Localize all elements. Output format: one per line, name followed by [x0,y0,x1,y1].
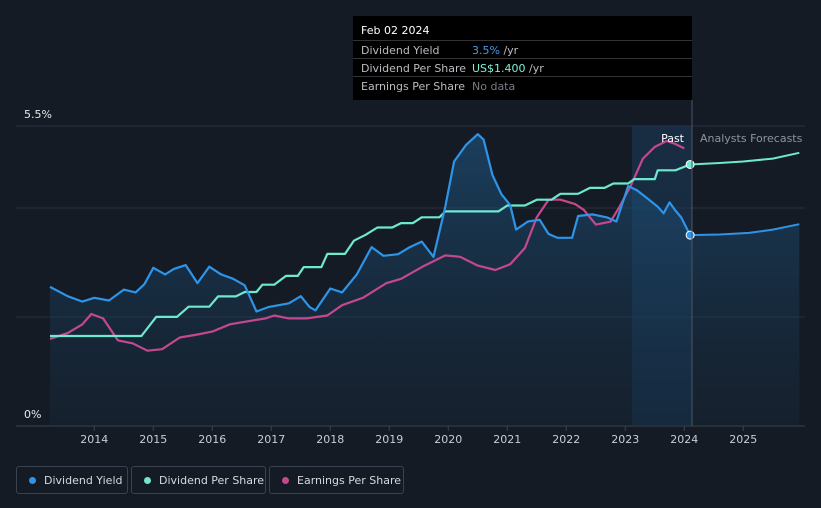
forecast-label: Analysts Forecasts [700,132,803,145]
x-tick-label: 2023 [611,433,639,446]
legend-dot-icon [29,476,36,484]
past-label: Past [661,132,685,145]
tooltip-unit: /yr [525,62,544,75]
y-tick-label-top: 5.5% [24,108,52,121]
tooltip-row-dividend-yield: Dividend Yield 3.5% /yr [353,40,692,59]
x-axis: 2014 2015 2016 2017 2018 2019 2020 2021 2022 2023… [80,426,757,446]
x-tick-label: 2024 [670,433,698,446]
x-tick-label: 2015 [139,433,167,446]
legend-dividend-per-share[interactable]: Dividend Per Share [131,466,266,494]
x-tick-label: 2022 [552,433,580,446]
tooltip-value: 3.5% [472,44,500,57]
y-tick-label-bottom: 0% [24,408,41,421]
dividend-yield-marker [685,230,695,240]
data-tooltip: Feb 02 2024 Dividend Yield 3.5% /yr Divi… [353,16,692,100]
tooltip-unit: /yr [499,44,519,57]
dividend-per-share-marker [685,159,695,169]
legend-label: Earnings Per Share [297,473,402,487]
x-tick-label: 2018 [316,433,344,446]
x-tick-label: 2019 [375,433,403,446]
x-tick-label: 2016 [198,433,226,446]
x-tick-label: 2021 [493,433,521,446]
tooltip-row-dividend-per-share: Dividend Per Share US$1.400 /yr [353,58,692,77]
tooltip-date: Feb 02 2024 [361,24,430,37]
tooltip-row-earnings-per-share: Earnings Per Share No data [353,76,692,95]
legend-label: Dividend Yield [44,473,123,487]
x-tick-label: 2014 [80,433,108,446]
dividend-per-share-forecast-line [690,151,800,166]
tooltip-label: Earnings Per Share [361,80,466,93]
legend-dot-icon [144,476,151,484]
legend-dot-icon [282,476,289,484]
x-tick-label: 2020 [434,433,462,446]
legend-earnings-per-share[interactable]: Earnings Per Share [269,466,404,494]
legend-label: Dividend Per Share [159,473,265,487]
x-tick-label: 2025 [729,433,757,446]
tooltip-label: Dividend Yield [361,44,440,57]
x-tick-label: 2017 [257,433,285,446]
tooltip-label: Dividend Per Share [361,62,467,75]
tooltip-value: No data [472,80,516,93]
tooltip-value: US$1.400 [472,62,526,75]
legend-dividend-yield[interactable]: Dividend Yield [16,466,128,494]
